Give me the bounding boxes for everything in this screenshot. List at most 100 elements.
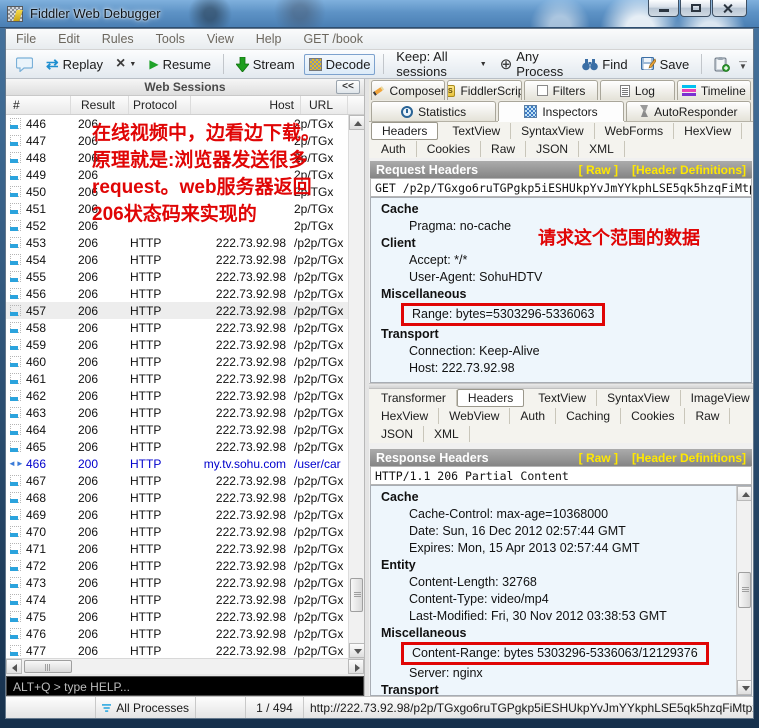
session-vertical-scrollbar[interactable] [348, 115, 364, 658]
session-row[interactable]: 456206HTTP222.73.92.98/p2p/TGx [6, 285, 348, 302]
header-item[interactable]: Expires: Mon, 15 Apr 2013 02:57:44 GMT [381, 540, 735, 557]
minimize-button[interactable] [648, 0, 679, 17]
menu-item-tools[interactable]: Tools [156, 32, 185, 46]
session-row[interactable]: 464206HTTP222.73.92.98/p2p/TGx [6, 421, 348, 438]
tab-response-xml[interactable]: XML [424, 426, 470, 442]
tab-response-cookies[interactable]: Cookies [621, 408, 685, 424]
session-row[interactable]: 463206HTTP222.73.92.98/p2p/TGx [6, 404, 348, 421]
header-item[interactable]: Content-Length: 32768 [381, 574, 735, 591]
capture-screenshot-button[interactable] [710, 54, 734, 74]
menu-item-view[interactable]: View [207, 32, 234, 46]
tab-response-raw[interactable]: Raw [685, 408, 730, 424]
column-header-protocol[interactable]: Protocol [129, 96, 191, 114]
session-row[interactable]: 4522062p/TGx [6, 217, 348, 234]
tab-inspectors[interactable]: Inspectors [498, 101, 623, 121]
maximize-button[interactable] [680, 0, 711, 17]
session-row[interactable]: 470206HTTP222.73.92.98/p2p/TGx [6, 523, 348, 540]
scroll-down-button[interactable] [349, 643, 364, 658]
session-row[interactable]: 459206HTTP222.73.92.98/p2p/TGx [6, 336, 348, 353]
any-process-button[interactable]: ⊕ Any Process [496, 47, 574, 81]
save-button[interactable]: Save [637, 55, 694, 74]
tab-statistics[interactable]: Statistics [371, 101, 496, 121]
tab-response-syntaxview[interactable]: SyntaxView [597, 390, 680, 406]
tab-request-raw[interactable]: Raw [481, 141, 526, 157]
quickexec-box[interactable]: ALT+Q > type HELP... [6, 676, 364, 696]
tab-request-textview[interactable]: TextView [442, 123, 511, 139]
header-item[interactable]: Content-Range: bytes 5303296-5336063/121… [381, 642, 735, 665]
tab-request-auth[interactable]: Auth [371, 141, 417, 157]
session-row[interactable]: 454206HTTP222.73.92.98/p2p/TGx [6, 251, 348, 268]
tab-filters[interactable]: Filters [524, 80, 598, 100]
session-row[interactable]: 4472062p/TGx [6, 132, 348, 149]
session-row[interactable]: 477206HTTP222.73.92.98/p2p/TGx [6, 642, 348, 658]
comment-button[interactable] [12, 55, 37, 74]
tab-response-json[interactable]: JSON [371, 426, 424, 442]
collapse-panel-button[interactable]: << [336, 80, 360, 94]
toolbar-overflow-arrow[interactable]: —▼ [739, 59, 747, 69]
session-row[interactable]: 474206HTTP222.73.92.98/p2p/TGx [6, 591, 348, 608]
status-capturing-cell[interactable] [6, 697, 96, 718]
session-row[interactable]: 471206HTTP222.73.92.98/p2p/TGx [6, 540, 348, 557]
tab-response-caching[interactable]: Caching [556, 408, 621, 424]
scroll-up-button[interactable] [737, 486, 752, 501]
menu-item-edit[interactable]: Edit [58, 32, 80, 46]
scrollbar-thumb[interactable] [24, 660, 72, 673]
session-row[interactable]: 469206HTTP222.73.92.98/p2p/TGx [6, 506, 348, 523]
tab-request-headers[interactable]: Headers [371, 122, 438, 140]
header-item[interactable]: Pragma: no-cache [381, 218, 751, 235]
response-vertical-scrollbar[interactable] [736, 486, 751, 695]
tab-response-transformer[interactable]: Transformer [371, 390, 457, 406]
keep-sessions-dropdown[interactable]: Keep: All sessions ▼ [392, 47, 490, 81]
tab-response-textview[interactable]: TextView [528, 390, 597, 406]
tab-fiddlerscript[interactable]: JSFiddlerScript [447, 80, 521, 100]
session-row[interactable]: 4492062p/TGx [6, 166, 348, 183]
scroll-right-button[interactable] [348, 659, 364, 674]
tab-request-json[interactable]: JSON [526, 141, 579, 157]
session-row[interactable]: 473206HTTP222.73.92.98/p2p/TGx [6, 574, 348, 591]
header-item[interactable]: Content-Type: video/mp4 [381, 591, 735, 608]
session-row[interactable]: 4512062p/TGx [6, 200, 348, 217]
tab-request-hexview[interactable]: HexView [674, 123, 742, 139]
scroll-up-button[interactable] [349, 115, 364, 130]
header-item[interactable]: Range: bytes=5303296-5336063 [381, 303, 751, 326]
session-row[interactable]: 476206HTTP222.73.92.98/p2p/TGx [6, 625, 348, 642]
raw-link[interactable]: [ Raw ] [579, 163, 618, 177]
header-item[interactable]: Connection: Keep-Alive [381, 343, 751, 360]
header-item[interactable]: Cache-Control: max-age=10368000 [381, 506, 735, 523]
header-item[interactable]: Date: Sun, 16 Dec 2012 02:57:44 GMT [381, 523, 735, 540]
session-row[interactable]: 472206HTTP222.73.92.98/p2p/TGx [6, 557, 348, 574]
menu-item-file[interactable]: File [16, 32, 36, 46]
session-row[interactable]: 467206HTTP222.73.92.98/p2p/TGx [6, 472, 348, 489]
header-item[interactable]: User-Agent: SohuHDTV [381, 269, 751, 286]
resume-button[interactable]: ▶ Resume [145, 55, 215, 74]
session-row[interactable]: 4482062p/TGx [6, 149, 348, 166]
tab-log[interactable]: Log [600, 80, 674, 100]
tab-request-cookies[interactable]: Cookies [417, 141, 481, 157]
session-row[interactable]: 461206HTTP222.73.92.98/p2p/TGx [6, 370, 348, 387]
raw-link[interactable]: [ Raw ] [579, 451, 618, 465]
scrollbar-thumb[interactable] [350, 578, 363, 612]
session-row[interactable]: 475206HTTP222.73.92.98/p2p/TGx [6, 608, 348, 625]
session-row[interactable]: 455206HTTP222.73.92.98/p2p/TGx [6, 268, 348, 285]
column-header-url[interactable]: URL [301, 96, 348, 114]
tab-request-syntaxview[interactable]: SyntaxView [511, 123, 594, 139]
session-row[interactable]: 453206HTTP222.73.92.98/p2p/TGx [6, 234, 348, 251]
status-process-filter[interactable]: All Processes [96, 697, 196, 718]
title-bar[interactable]: Fiddler Web Debugger [0, 0, 759, 28]
session-row[interactable]: 462206HTTP222.73.92.98/p2p/TGx [6, 387, 348, 404]
session-row[interactable]: 4462062p/TGx [6, 115, 348, 132]
header-item[interactable]: Last-Modified: Fri, 30 Nov 2012 03:38:53… [381, 608, 735, 625]
tab-response-imageview[interactable]: ImageView [681, 390, 759, 406]
decode-toggle-button[interactable]: Decode [304, 54, 376, 75]
session-row[interactable]: ◄►466200HTTPmy.tv.sohu.com/user/car [6, 455, 348, 472]
menu-item-help[interactable]: Help [256, 32, 282, 46]
tab-response-hexview[interactable]: HexView [371, 408, 439, 424]
column-header-host[interactable]: Host [191, 96, 301, 114]
session-horizontal-scrollbar[interactable] [6, 658, 364, 674]
close-button[interactable] [712, 0, 747, 17]
header-item[interactable]: Host: 222.73.92.98 [381, 360, 751, 377]
stream-button[interactable]: Stream [232, 55, 299, 74]
header-item[interactable]: Accept: */* [381, 252, 751, 269]
session-row[interactable]: 468206HTTP222.73.92.98/p2p/TGx [6, 489, 348, 506]
tab-autoresponder[interactable]: AutoResponder [626, 101, 751, 121]
